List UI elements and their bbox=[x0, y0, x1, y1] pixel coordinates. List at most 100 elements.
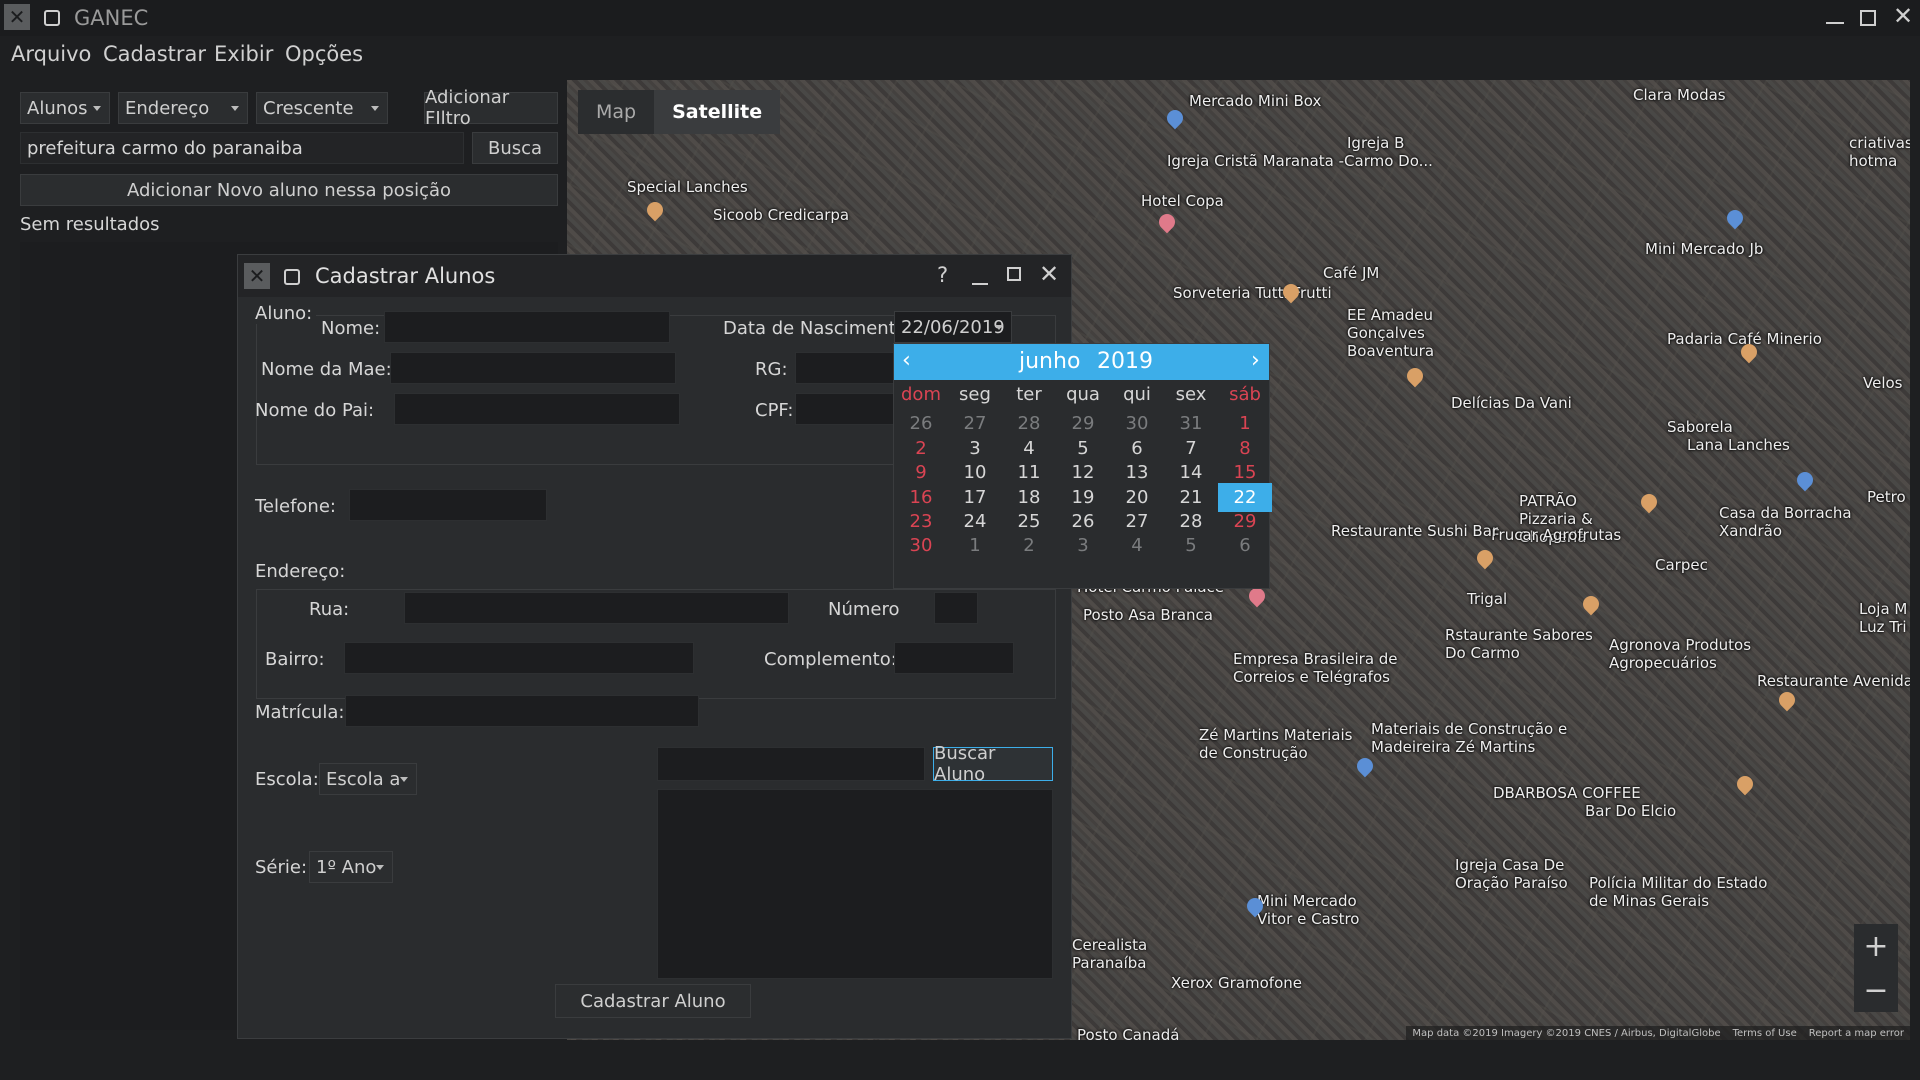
map-label: Posto Canadá bbox=[1077, 1026, 1180, 1040]
map-pin-icon[interactable] bbox=[1155, 210, 1179, 234]
calendar-day[interactable]: 1 bbox=[948, 531, 1002, 560]
cpf-field[interactable] bbox=[795, 393, 895, 425]
minimize-icon[interactable] bbox=[972, 283, 988, 285]
nome-pai-field[interactable] bbox=[394, 393, 680, 425]
calendar-year[interactable]: 2019 bbox=[1097, 349, 1153, 374]
tab-satellite[interactable]: Satellite bbox=[654, 90, 781, 134]
map-pin-icon[interactable] bbox=[1473, 546, 1497, 570]
search-button[interactable]: Busca bbox=[472, 132, 558, 164]
map-pin-icon[interactable] bbox=[1579, 592, 1603, 616]
map-label: Mercado Mini Box bbox=[1189, 92, 1322, 110]
data-nascimento-field[interactable]: 22/06/2019 bbox=[894, 311, 1012, 343]
numero-label: Número bbox=[828, 599, 900, 620]
complemento-field[interactable] bbox=[894, 642, 1014, 674]
map-pin-icon[interactable] bbox=[1723, 206, 1747, 230]
rua-field[interactable] bbox=[404, 592, 789, 624]
escola-select[interactable]: Escola a bbox=[319, 763, 417, 795]
close-icon[interactable]: ✕ bbox=[1039, 260, 1059, 288]
app-title: GANEC bbox=[74, 6, 149, 30]
menu-exibir[interactable]: Exibir bbox=[214, 42, 273, 66]
calendar-popup: ‹ junho 2019 › dom seg ter qua qui sex sáb 26 27… bbox=[893, 343, 1272, 589]
restore-icon[interactable] bbox=[1860, 10, 1876, 26]
keep-above-icon[interactable] bbox=[44, 10, 60, 26]
calendar-day[interactable]: 2 bbox=[1002, 531, 1056, 560]
add-student-here-button[interactable]: Adicionar Novo aluno nessa posição bbox=[20, 174, 558, 206]
buscar-aluno-button[interactable]: Buscar Aluno bbox=[933, 743, 1053, 785]
bairro-field[interactable] bbox=[344, 642, 694, 674]
results-text: Sem resultados bbox=[20, 214, 160, 235]
calendar-day[interactable]: 4 bbox=[1110, 531, 1164, 560]
search-results-list[interactable] bbox=[657, 789, 1053, 979]
map-label: Carpec bbox=[1655, 556, 1708, 574]
map-label: DBARBOSA COFFEE bbox=[1493, 784, 1641, 802]
map-label: Empresa Brasileira de Correios e Telégra… bbox=[1233, 650, 1398, 686]
nome-label: Nome: bbox=[321, 318, 381, 339]
map-label: Restaurante Sushi Bar bbox=[1331, 522, 1499, 540]
report-link[interactable]: Report a map error bbox=[1809, 1028, 1904, 1039]
chevron-down-icon bbox=[400, 777, 408, 782]
telefone-label: Telefone: bbox=[255, 496, 336, 517]
calendar-header: ‹ junho 2019 › bbox=[894, 344, 1269, 380]
zoom-out-button[interactable]: − bbox=[1854, 968, 1898, 1012]
bairro-label: Bairro: bbox=[265, 649, 325, 670]
map-label: Agronova Produtos Agropecuários bbox=[1609, 636, 1752, 672]
next-month-button[interactable]: › bbox=[1251, 348, 1260, 373]
add-filter-button[interactable]: Adicionar FIltro bbox=[424, 87, 558, 129]
serie-label: Série: bbox=[255, 857, 308, 878]
zoom-in-button[interactable]: + bbox=[1854, 924, 1898, 968]
map-label: Xerox Gramofone bbox=[1171, 974, 1302, 992]
rg-field[interactable] bbox=[795, 352, 895, 384]
menu-opcoes[interactable]: Opções bbox=[285, 42, 363, 66]
prev-month-button[interactable]: ‹ bbox=[902, 348, 911, 373]
map-pin-icon[interactable] bbox=[1775, 688, 1799, 712]
filter-by-select[interactable]: Endereço bbox=[118, 92, 248, 124]
cadastrar-aluno-button[interactable]: Cadastrar Aluno bbox=[555, 984, 751, 1018]
chevron-down-icon bbox=[995, 325, 1003, 330]
filter-field-select[interactable]: Alunos bbox=[20, 92, 110, 124]
menu-cadastrar[interactable]: Cadastrar bbox=[103, 42, 206, 66]
map-pin-icon[interactable] bbox=[1403, 364, 1427, 388]
map-attribution-bar: Map data ©2019 Imagery ©2019 CNES / Airb… bbox=[1406, 1026, 1910, 1040]
help-button[interactable]: ? bbox=[937, 263, 948, 287]
nome-mae-field[interactable] bbox=[390, 352, 676, 384]
calendar-day[interactable]: 3 bbox=[1056, 531, 1110, 560]
search-input[interactable]: prefeitura carmo do paranaiba bbox=[20, 132, 464, 164]
serie-value: 1º Ano bbox=[316, 856, 377, 878]
map-label: Polícia Militar do Estado de Minas Gerai… bbox=[1589, 874, 1768, 910]
tab-map[interactable]: Map bbox=[578, 90, 655, 134]
map-pin-icon[interactable] bbox=[1733, 772, 1757, 796]
telefone-field[interactable] bbox=[349, 489, 547, 521]
map-label: Igreja Casa De Oração Paraíso bbox=[1455, 856, 1568, 892]
calendar-month[interactable]: junho bbox=[1019, 349, 1080, 374]
menu-arquivo[interactable]: Arquivo bbox=[11, 42, 91, 66]
close-icon[interactable]: ✕ bbox=[1893, 2, 1913, 30]
endereco-label: Endereço: bbox=[255, 561, 346, 582]
app-logo-icon: ✕ bbox=[4, 4, 30, 30]
nome-field[interactable] bbox=[384, 311, 670, 343]
maximize-icon[interactable] bbox=[1007, 267, 1021, 281]
map-pin-icon[interactable] bbox=[643, 198, 667, 222]
terms-link[interactable]: Terms of Use bbox=[1733, 1028, 1797, 1039]
map-pin-icon[interactable] bbox=[1163, 106, 1187, 130]
keep-above-icon[interactable] bbox=[284, 269, 300, 285]
dialog-titlebar: ✕ Cadastrar Alunos ? ✕ bbox=[238, 255, 1071, 297]
map-label: Café JM bbox=[1323, 264, 1380, 282]
calendar-day[interactable]: 30 bbox=[894, 531, 948, 560]
map-attribution: Map data ©2019 Imagery ©2019 CNES / Airb… bbox=[1412, 1027, 1721, 1039]
map-label: Posto Asa Branca bbox=[1083, 606, 1213, 624]
map-pin-icon[interactable] bbox=[1637, 490, 1661, 514]
escola-label: Escola: bbox=[255, 769, 319, 790]
buscar-aluno-input[interactable] bbox=[657, 747, 925, 781]
minimize-icon[interactable] bbox=[1826, 22, 1844, 24]
map-label: Cerealista Paranaíba bbox=[1072, 936, 1148, 972]
weekday-header: sáb bbox=[1229, 384, 1261, 405]
calendar-day[interactable]: 6 bbox=[1218, 531, 1272, 560]
serie-select[interactable]: 1º Ano bbox=[309, 851, 393, 883]
order-select[interactable]: Crescente bbox=[256, 92, 388, 124]
map-label: Velos bbox=[1863, 374, 1903, 392]
numero-field[interactable] bbox=[934, 592, 978, 624]
matricula-field[interactable] bbox=[345, 695, 699, 727]
dialog-logo-icon: ✕ bbox=[244, 263, 270, 289]
map-pin-icon[interactable] bbox=[1793, 468, 1817, 492]
calendar-day[interactable]: 5 bbox=[1164, 531, 1218, 560]
